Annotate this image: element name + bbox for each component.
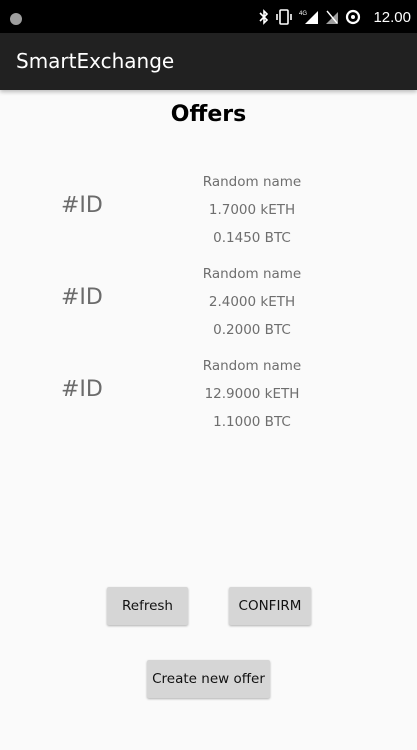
offer-name: Random name — [202, 266, 302, 282]
offer-id: #ID — [61, 377, 103, 402]
offer-row[interactable]: #ID Random name 12.9000 kETH 1.1000 BTC — [0, 352, 417, 436]
signal-4g-icon: 4G — [299, 9, 319, 25]
offer-row[interactable]: #ID Random name 1.7000 kETH 0.1450 BTC — [0, 168, 417, 252]
offer-id: #ID — [61, 193, 103, 218]
offer-btc-amount: 1.1000 BTC — [213, 414, 291, 430]
status-icons: 4G — [259, 8, 361, 26]
offer-row[interactable]: #ID Random name 2.4000 kETH 0.2000 BTC — [0, 260, 417, 344]
app-title: SmartExchange — [16, 49, 175, 73]
network-type-label: 4G — [299, 11, 307, 17]
offer-id: #ID — [61, 285, 103, 310]
status-time: 12.00 — [373, 9, 411, 26]
offer-eth-amount: 12.9000 kETH — [204, 386, 300, 402]
create-new-offer-button[interactable]: Create new offer — [147, 660, 270, 698]
app-bar: SmartExchange — [0, 33, 417, 90]
status-bar: 4G 12.00 — [0, 0, 417, 33]
confirm-button[interactable]: CONFIRM — [229, 587, 311, 625]
offer-details: Random name 12.9000 kETH 1.1000 BTC — [172, 352, 332, 436]
offer-btc-amount: 0.1450 BTC — [213, 230, 291, 246]
offer-name: Random name — [202, 358, 302, 374]
refresh-button[interactable]: Refresh — [107, 587, 188, 625]
offer-eth-amount: 2.4000 kETH — [208, 294, 296, 310]
offer-eth-amount: 1.7000 kETH — [208, 202, 296, 218]
vibrate-icon — [275, 9, 293, 25]
offer-details: Random name 1.7000 kETH 0.1450 BTC — [172, 168, 332, 252]
offer-name: Random name — [202, 174, 302, 190]
data-saver-icon — [345, 9, 361, 25]
offer-details: Random name 2.4000 kETH 0.2000 BTC — [172, 260, 332, 344]
bluetooth-icon — [259, 9, 269, 25]
no-sim-icon — [325, 9, 339, 25]
page-title: Offers — [170, 102, 247, 127]
notification-dot-icon — [10, 13, 22, 25]
offer-btc-amount: 0.2000 BTC — [213, 322, 291, 338]
